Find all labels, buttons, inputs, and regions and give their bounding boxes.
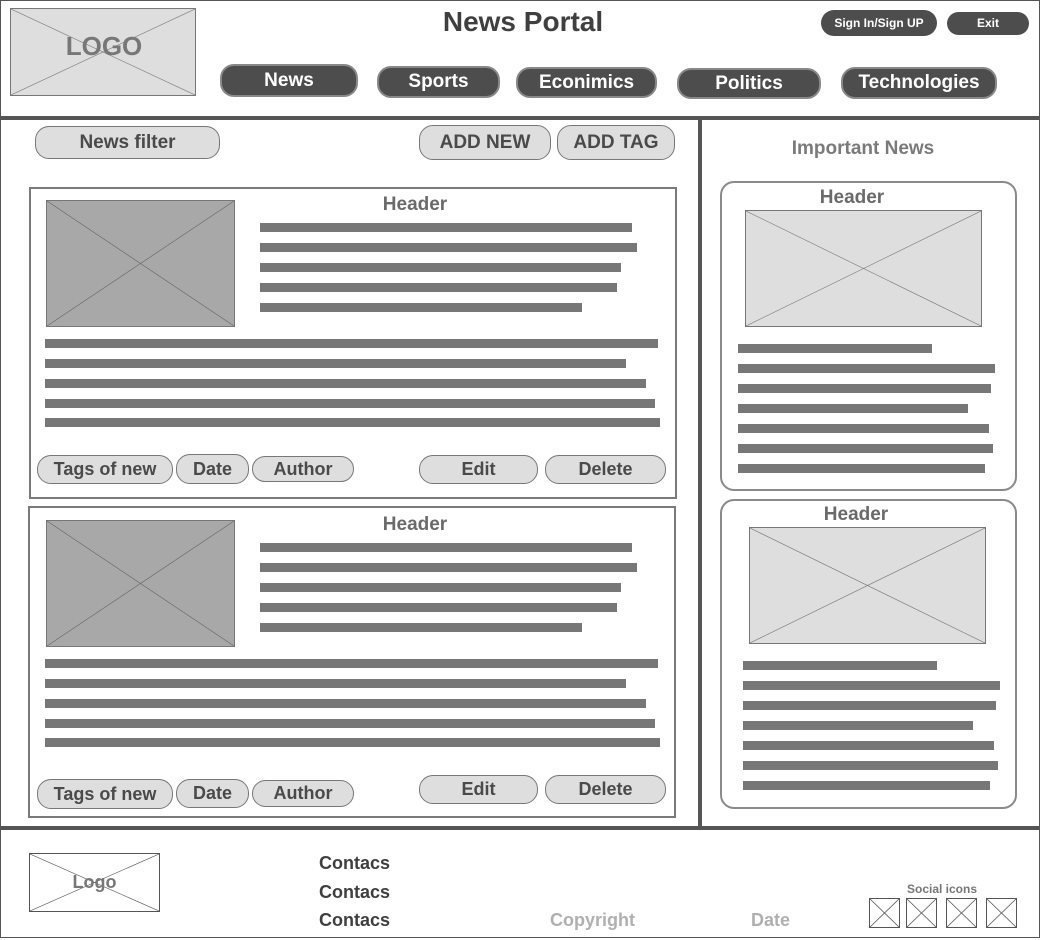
text-line [45,339,658,348]
nav-economics[interactable]: Econimics [516,67,657,98]
text-line [45,399,655,408]
sidebar-divider [698,120,702,828]
footer-logo-text: Logo [72,872,117,892]
important-news-image [745,210,982,327]
date-button[interactable]: Date [176,454,249,484]
text-line [743,681,1000,690]
text-line [743,741,994,750]
text-line [738,464,985,473]
news-filter-button[interactable]: News filter [35,126,220,159]
author-button[interactable]: Author [252,780,354,807]
text-line [738,344,932,353]
footer-divider [0,826,1040,830]
text-line [738,404,968,413]
news-image [46,200,235,327]
header-divider [0,116,1040,120]
contacts-link[interactable]: Contacs [319,882,390,903]
text-line [738,384,991,393]
sign-in-button[interactable]: Sign In/Sign UP [821,10,937,36]
page-title: News Portal [442,6,604,37]
important-news-title: Important News [791,138,935,159]
text-line [743,721,973,730]
text-line [743,761,998,770]
text-line [45,659,658,668]
exit-button[interactable]: Exit [947,12,1029,35]
social-icons-label: Social icons [906,882,978,896]
text-line [743,701,996,710]
contacts-link[interactable]: Contacs [319,910,390,931]
nav-sports[interactable]: Sports [377,66,500,98]
text-line [738,424,989,433]
news-header: Header [382,194,448,215]
important-news-header: Header [819,187,885,208]
text-line [260,543,632,552]
important-news-image [749,527,986,644]
important-news-header: Header [823,504,889,525]
social-icon[interactable] [986,898,1017,928]
edit-button[interactable]: Edit [419,455,538,484]
nav-news[interactable]: News [220,64,358,97]
text-line [260,583,621,592]
text-line [743,661,937,670]
news-image [46,520,235,647]
social-icon[interactable] [946,898,977,928]
nav-politics[interactable]: Politics [677,68,821,99]
copyright-text: Copyright [550,910,635,930]
tags-button[interactable]: Tags of new [37,779,173,809]
author-button[interactable]: Author [252,456,354,482]
nav-technologies[interactable]: Technologies [841,67,997,99]
text-line [738,444,993,453]
text-line [45,679,626,688]
logo-placeholder: LOGO [10,8,196,96]
contacts-link[interactable]: Contacs [319,853,390,874]
text-line [260,243,637,252]
logo-text: LOGO [65,31,143,61]
delete-button[interactable]: Delete [545,455,666,484]
footer-date: Date [751,910,791,930]
text-line [45,359,626,368]
add-tag-button[interactable]: ADD TAG [557,125,675,160]
tags-button[interactable]: Tags of new [37,455,173,484]
text-line [45,418,660,427]
news-header: Header [382,514,448,535]
text-line [260,603,617,612]
text-line [260,623,582,632]
text-line [260,263,621,272]
text-line [743,781,990,790]
social-icon[interactable] [869,898,900,928]
text-line [738,364,995,373]
text-line [260,223,632,232]
text-line [45,719,655,728]
text-line [260,283,617,292]
text-line [45,699,646,708]
date-button[interactable]: Date [176,779,249,808]
edit-button[interactable]: Edit [419,775,538,804]
text-line [45,738,660,747]
add-new-button[interactable]: ADD NEW [419,125,551,160]
text-line [260,303,582,312]
text-line [45,379,646,388]
delete-button[interactable]: Delete [545,775,666,804]
social-icon[interactable] [906,898,937,928]
footer-logo-placeholder: Logo [29,853,160,912]
text-line [260,563,637,572]
